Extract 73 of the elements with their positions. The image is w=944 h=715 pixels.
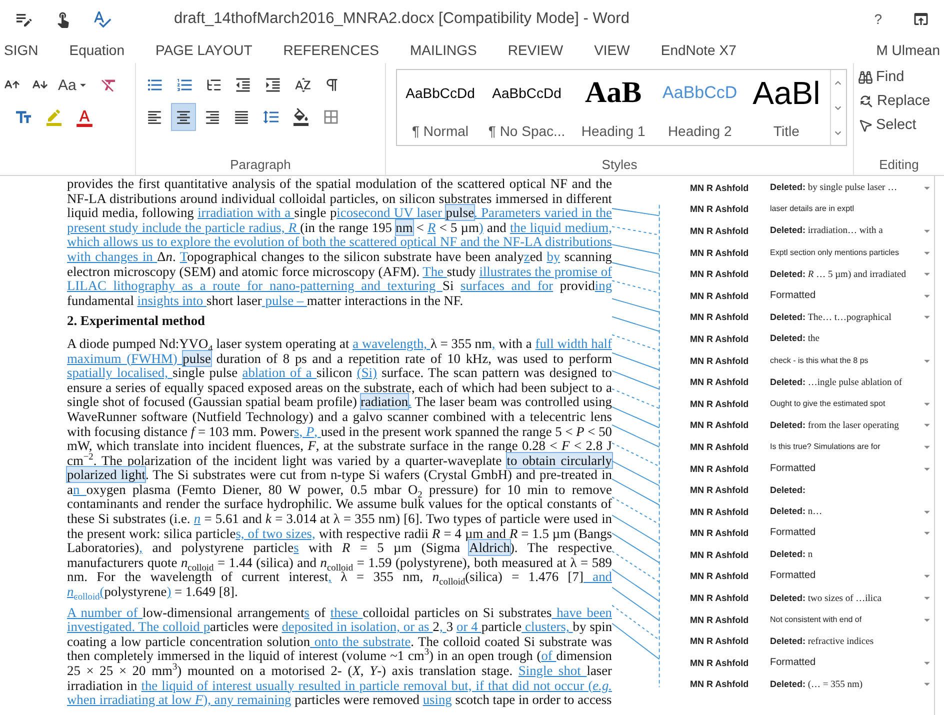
change-description: Formatted <box>770 526 817 540</box>
author-name: MN R Ashfold <box>690 269 750 280</box>
change-description: Deleted: R … 5 µm) and irradiated <box>770 268 907 282</box>
author-name: MN R Ashfold <box>690 226 750 236</box>
change-description: Deleted: n <box>770 548 814 562</box>
author-name: MN R Ashfold <box>690 464 750 474</box>
author-name: MN R Ashfold <box>690 485 750 496</box>
author-name: MN R Ashfold <box>690 442 750 452</box>
author-name: MN R Ashfold <box>690 334 750 344</box>
ribbon-tab[interactable]: PAGE LAYOUT <box>156 42 252 58</box>
author-name: MN R Ashfold <box>690 679 750 690</box>
group-label: Editing <box>878 157 920 172</box>
author-name: MN R Ashfold <box>690 550 750 560</box>
change-description: Deleted: <box>770 484 807 498</box>
change-description: Deleted: The… t…pographical <box>770 310 892 325</box>
author-name: MN R Ashfold <box>690 204 750 214</box>
author-name: MN R Ashfold <box>690 420 750 430</box>
author-name: MN R Ashfold <box>690 506 750 517</box>
editing-command[interactable]: Find <box>854 65 944 89</box>
author-name: MN R Ashfold <box>690 593 750 604</box>
comment-text: Exptl section only mentions particles <box>770 246 900 259</box>
change-description: Formatted <box>770 288 817 303</box>
change-case-button[interactable]: Aa <box>56 76 92 94</box>
author-name: MN R Ashfold <box>690 614 750 625</box>
change-description: Formatted <box>770 462 817 476</box>
ribbon-tab[interactable]: MAILINGS <box>410 42 477 58</box>
editing-command[interactable]: Select <box>854 113 944 137</box>
ribbon-tab[interactable]: REVIEW <box>508 42 564 58</box>
change-description: Formatted <box>770 569 817 584</box>
change-description: Deleted: from the laser operating <box>770 418 900 433</box>
author-name: MN R Ashfold <box>690 312 750 322</box>
comment-text: laser details are in exptl <box>770 203 856 216</box>
window-title: draft_14thofMarch2016_MNRA2.docx [Compatibility Mode] - Word <box>174 10 630 28</box>
author-name: MN R Ashfold <box>690 182 750 193</box>
group-label: Styles <box>600 157 638 172</box>
change-description: Deleted: (… = 355 nm) <box>770 678 864 692</box>
author-name: MN R Ashfold <box>690 636 750 646</box>
section-heading: 2. Experimental method <box>67 314 206 329</box>
author-name: MN R Ashfold <box>690 248 750 258</box>
author-name: MN R Ashfold <box>690 571 750 582</box>
author-name: MN R Ashfold <box>690 356 750 366</box>
change-description: Deleted: refractive indices <box>770 634 875 649</box>
group-label: Paragraph <box>229 157 292 172</box>
comment-text: Is this true? Simulations are for <box>770 440 882 453</box>
comment-text: check - is this what the 8 ps <box>770 354 870 367</box>
change-description: Deleted: n… <box>770 505 824 520</box>
author-name: MN R Ashfold <box>690 290 750 301</box>
change-description: Deleted: the <box>770 332 820 346</box>
help-button[interactable]: ? <box>874 11 882 27</box>
change-description: Deleted: two sizes of …ilica <box>770 592 882 606</box>
author-name: MN R Ashfold <box>690 658 750 668</box>
ribbon-tab[interactable]: VIEW <box>594 42 630 58</box>
body-paragraph: A number of low-dimensional arrangements of these colloidal particles on Si substrates have been investigated. The colloid particles were deposited in isolation, or as 2, 3 or 4 particle clusters, by spin coating a low particle concentration solution onto the substrate. The colloid coated Si substrate was then completely immersed in the liquid of interest (volume ~1 cm$^{3}$) in an open trough (of dimension 25 × 25 × 20 mm$^{3}$) mounted on a motorised 2- (X, Y-) axis translation stage. Single shot laser irradiation in the liquid of interest usually resulted in particle removal but, if that did not occur (e.g. when irradiating at low F), any remaining particles were removed using scotch tape in order to access <box>67 606 612 708</box>
comment-text: Ought to give the estimated spot <box>770 398 886 410</box>
align-icon[interactable] <box>171 103 196 131</box>
binoculars-icon <box>858 70 873 84</box>
ribbon-tab[interactable]: Equation <box>69 42 125 58</box>
pointer-icon <box>858 118 873 132</box>
comment-text: Not consistent with end of <box>770 614 863 626</box>
editing-command[interactable]: Replace <box>854 89 944 113</box>
body-paragraph: provides the first quantitative analysis of the spatial modulation of the scattered optical NF and the NF-LA distributions around individual colloidal particles, on silicon substrates immersed in different liquid media, following irradiation with a single picosecond UV laser pulse. Parameters varied in the present study include the particle radius, R (in the range 195 nm < R < 5 µm) and the liquid medium, which allows us to explore the evolution of both the scattered optical NF and the NF-LA distributions with changes in Δn. Topographical changes to the silicon substrate have been analyzed by scanning electron microscopy (SEM) and atomic force microscopy (AFM). The study illustrates the promise of LILAC lithography as a route for nano-patterning and texturing Si surfaces and for providing fundamental insights into short laser pulse – matter interactions in the NF. <box>67 177 612 308</box>
change-description: Deleted: by single pulse laser … <box>770 181 898 196</box>
author-name: MN R Ashfold <box>690 377 750 388</box>
ribbon-tab[interactable]: REFERENCES <box>283 42 379 58</box>
change-description: Deleted: irradiation… with a <box>770 224 884 238</box>
author-name: MN R Ashfold <box>690 398 750 409</box>
change-description: Formatted <box>770 656 817 670</box>
user-name[interactable]: M Ulmean <box>876 42 940 58</box>
author-name: MN R Ashfold <box>690 528 750 538</box>
ribbon-tab[interactable]: SIGN <box>4 42 38 58</box>
replace-icon <box>858 93 874 109</box>
ribbon-tab[interactable]: EndNote X7 <box>660 42 736 58</box>
change-description: Deleted: …ingle pulse ablation of <box>770 376 904 390</box>
